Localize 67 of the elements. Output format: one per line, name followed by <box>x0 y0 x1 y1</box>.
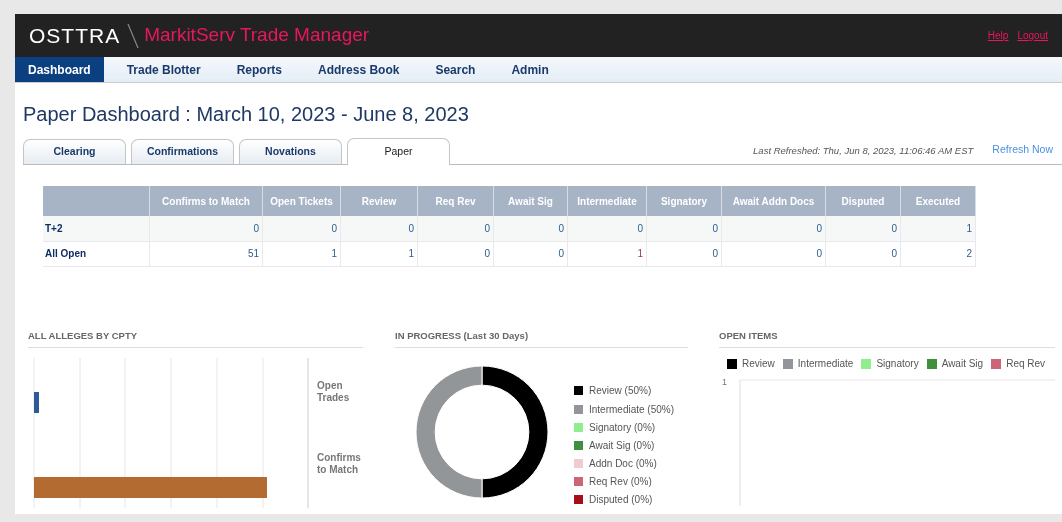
panel-title: ALL ALLEGES BY CPTY <box>28 328 363 348</box>
table-cell: 0 <box>721 241 826 266</box>
legend-label: Review (50%) <box>589 384 652 399</box>
legend-label: Req Rev (0%) <box>589 475 652 490</box>
table-cell: 0 <box>493 216 568 241</box>
legend-label: Intermediate <box>797 357 854 372</box>
nav-item[interactable]: Admin <box>498 57 562 82</box>
axis-tick-label: 1 <box>722 375 728 389</box>
column-header: Confirms to Match <box>149 186 263 216</box>
legend-label: Intermediate (50%) <box>589 402 675 417</box>
table-cell: 1 <box>262 241 341 266</box>
tab[interactable]: Novations <box>239 139 342 164</box>
legend-label: Review <box>742 357 775 372</box>
column-header: Signatory <box>646 186 722 216</box>
tab[interactable]: Clearing <box>23 139 126 164</box>
nav-item[interactable]: Search <box>422 57 489 82</box>
category-label: Confirms to Match <box>317 451 362 476</box>
table-cell: 0 <box>340 216 418 241</box>
table-cell: 0 <box>493 241 568 266</box>
column-header: Disputed <box>825 186 901 216</box>
panel-title: OPEN ITEMS <box>719 328 1055 348</box>
table-cell: 1 <box>567 241 647 266</box>
category-label: Open Trades <box>317 379 351 404</box>
table-cell: 2 <box>900 241 976 266</box>
nav-item[interactable]: Reports <box>223 57 296 82</box>
table-cell: 0 <box>721 216 826 241</box>
table-cell: 0 <box>825 216 901 241</box>
logo: OSTTRA <box>29 22 121 49</box>
legend-label: Signatory (0%) <box>589 420 656 435</box>
table-cell: 0 <box>262 216 341 241</box>
row-label: All Open <box>43 241 150 266</box>
nav-item[interactable]: Dashboard <box>15 57 104 82</box>
header-link[interactable]: Logout <box>1017 28 1048 43</box>
legend-label: Addn Doc (0%) <box>589 457 657 472</box>
table-cell: 0 <box>567 216 647 241</box>
table-cell: 0 <box>417 216 494 241</box>
table-cell: 0 <box>825 241 901 266</box>
app-title: MarkitServ Trade Manager <box>144 23 370 48</box>
legend-label: Disputed (0%) <box>589 493 653 508</box>
row-label: T+2 <box>43 216 150 241</box>
column-header: Open Tickets <box>262 186 341 216</box>
header-link[interactable]: Help <box>987 28 1009 43</box>
table-cell: 0 <box>417 241 494 266</box>
nav-item[interactable]: Address Book <box>305 57 413 82</box>
separator-line <box>126 22 141 49</box>
table-cell: 1 <box>900 216 976 241</box>
column-header: Await Addn Docs <box>721 186 826 216</box>
table-cell: 0 <box>646 241 722 266</box>
column-header: Await Sig <box>493 186 568 216</box>
nav-item[interactable]: Trade Blotter <box>113 57 214 82</box>
column-header: Intermediate <box>567 186 647 216</box>
last-refreshed-text: Last Refreshed: Thu, Jun 8, 2023, 11:06:46 AM EST <box>753 143 974 158</box>
legend-label: Signatory <box>876 357 919 372</box>
table-cell: 1 <box>340 241 418 266</box>
table-cell: 0 <box>646 216 722 241</box>
legend-label: Req Rev <box>1006 357 1046 372</box>
table-cell: 51 <box>149 241 263 266</box>
column-header: Review <box>340 186 418 216</box>
tab[interactable]: Paper <box>347 138 450 165</box>
column-header: Executed <box>900 186 976 216</box>
page-title: Paper Dashboard : March 10, 2023 - June 8, 2023 <box>23 102 470 127</box>
legend-label: Await Sig <box>941 357 984 372</box>
column-header: Req Rev <box>417 186 494 216</box>
panel-title: IN PROGRESS (Last 30 Days) <box>395 328 688 348</box>
legend-label: Await Sig (0%) <box>589 438 655 453</box>
table-cell: 0 <box>149 216 263 241</box>
tab[interactable]: Confirmations <box>131 139 234 164</box>
